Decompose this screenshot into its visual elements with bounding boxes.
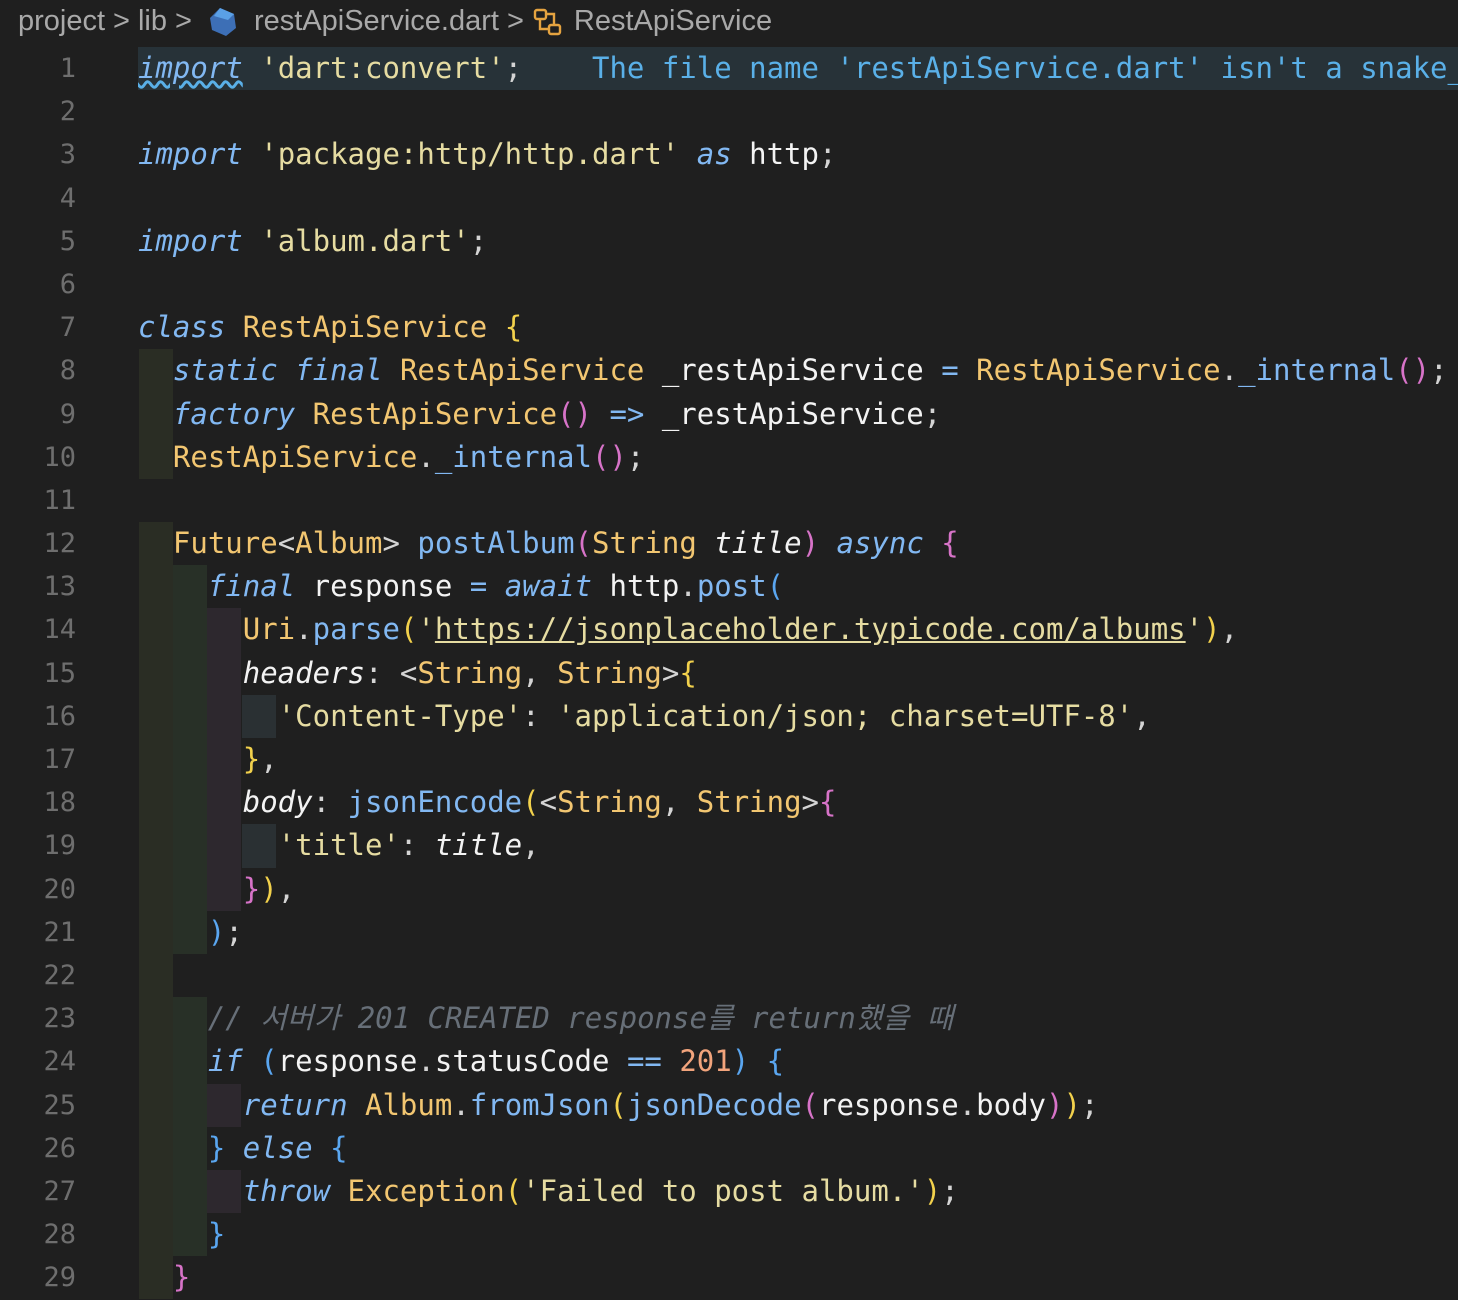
class-symbol-icon (532, 6, 564, 38)
line-number: 2 (59, 96, 76, 128)
line-number: 17 (43, 744, 76, 775)
code-line-5[interactable]: 5 import 'album.dart'; (0, 220, 1458, 263)
code-line-16[interactable]: 16 'Content-Type': 'application/json; ch… (0, 694, 1458, 738)
code-line-12[interactable]: 12 Future<Album> postAlbum(String title)… (0, 522, 1458, 566)
dart-file-icon (204, 4, 240, 40)
diagnostic-message: The file name 'restApiService.dart' isn'… (591, 51, 1458, 85)
code-editor[interactable]: 1 import 'dart:convert'; The file name 'r… (0, 47, 1458, 1300)
code-line-26[interactable]: 26 } else { (0, 1126, 1458, 1170)
line-number: 28 (43, 1219, 76, 1251)
line-number: 26 (43, 1132, 76, 1164)
code-line-21[interactable]: 21 ); (0, 910, 1458, 954)
line-number: 19 (43, 830, 76, 862)
code-line-15[interactable]: 15 headers: <String, String>{ (0, 651, 1458, 695)
chevron-right-icon: > (113, 5, 130, 37)
code-line-28[interactable]: 28 } (0, 1213, 1458, 1257)
breadcrumb-symbol[interactable]: RestApiService (574, 5, 772, 38)
line-number: 27 (43, 1175, 76, 1207)
code-line-24[interactable]: 24 if (response.statusCode == 201) { (0, 1040, 1458, 1084)
code-line-19[interactable]: 19 'title': title, (0, 824, 1458, 868)
breadcrumb-lib[interactable]: lib (138, 5, 167, 38)
code-line-27[interactable]: 27 throw Exception('Failed to post album… (0, 1169, 1458, 1214)
breadcrumb-file[interactable]: restApiService.dart (254, 5, 499, 38)
code-line-18[interactable]: 18 body: jsonEncode(<String, String>{ (0, 781, 1458, 825)
line-number: 3 (59, 139, 76, 171)
code-line-13[interactable]: 13 final response = await http.post( (0, 565, 1458, 609)
code-line-29[interactable]: 29 } (0, 1256, 1458, 1300)
line-number: 5 (59, 225, 76, 257)
line-number: 20 (43, 873, 76, 905)
line-number: 13 (43, 571, 76, 603)
line-number: 4 (59, 182, 76, 214)
code-line-9[interactable]: 9 factory RestApiService() => _restApiSe… (0, 392, 1458, 436)
breadcrumb: project > lib > restApiService.dart > Re… (0, 0, 1458, 43)
line-number: 24 (43, 1046, 76, 1078)
line-number: 18 (43, 787, 76, 819)
line-number: 1 (59, 53, 76, 84)
line-number: 9 (59, 398, 76, 430)
code-line-2[interactable]: 2 (0, 90, 1458, 133)
line-number: 14 (43, 614, 76, 646)
line-number: 7 (59, 312, 76, 344)
line-number: 10 (43, 441, 76, 473)
line-number: 8 (59, 355, 76, 387)
code-line-4[interactable]: 4 (0, 177, 1458, 220)
code-line-17[interactable]: 17 }, (0, 738, 1458, 782)
line-number: 23 (43, 1003, 76, 1035)
code-comment: // 서버가 201 CREATED response를 return했을 때 (207, 1001, 954, 1036)
line-number: 22 (43, 959, 76, 991)
code-line-23[interactable]: 23 // 서버가 201 CREATED response를 return했을… (0, 997, 1458, 1041)
code-line-22[interactable]: 22 (0, 953, 1458, 998)
code-line-6[interactable]: 6 (0, 263, 1458, 306)
code-line-20[interactable]: 20 }), (0, 867, 1458, 911)
chevron-right-icon: > (175, 5, 192, 37)
code-line-25[interactable]: 25 return Album.fromJson(jsonDecode(resp… (0, 1083, 1458, 1127)
line-number: 21 (43, 916, 76, 948)
line-number: 12 (43, 528, 76, 560)
code-line-7[interactable]: 7 class RestApiService { (0, 306, 1458, 349)
line-number: 29 (43, 1262, 76, 1294)
line-number: 11 (43, 484, 76, 516)
line-number: 6 (59, 268, 76, 300)
url-link[interactable]: https://jsonplaceholder.typicode.com/alb… (435, 612, 1186, 646)
chevron-right-icon: > (506, 5, 524, 37)
code-line-1[interactable]: 1 import 'dart:convert'; The file name 'r… (0, 47, 1458, 91)
code-line-14[interactable]: 14 Uri.parse('https://jsonplaceholder.ty… (0, 608, 1458, 652)
code-line-11[interactable]: 11 (0, 479, 1458, 522)
line-number: 16 (43, 700, 76, 732)
line-number: 15 (43, 657, 76, 689)
code-line-10[interactable]: 10 RestApiService._internal(); (0, 435, 1458, 479)
code-line-3[interactable]: 3 import 'package:http/http.dart' as http… (0, 133, 1458, 176)
line-number: 25 (43, 1089, 76, 1121)
breadcrumb-project[interactable]: project (18, 5, 105, 38)
code-line-8[interactable]: 8 static final RestApiService _restApiSe… (0, 349, 1458, 393)
